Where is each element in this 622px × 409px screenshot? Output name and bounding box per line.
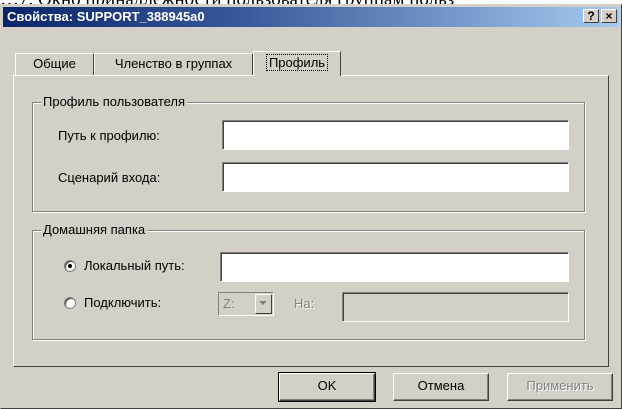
help-button[interactable]: ? [583,9,599,23]
connect-path-input[interactable] [342,292,569,322]
home-group-title: Домашняя папка [41,222,148,237]
drive-letter-select[interactable]: Z: [218,292,274,316]
close-button[interactable]: × [601,9,617,23]
ok-button[interactable]: OK [278,372,376,402]
apply-button[interactable]: Применить [507,373,613,401]
local-path-input[interactable] [220,252,569,282]
tab-profile[interactable]: Профиль [253,51,341,76]
properties-dialog: Свойства: SUPPORT_388945a0 ? × Общие Чле… [0,4,622,409]
logon-script-label: Сценарий входа: [58,170,161,185]
logon-script-input[interactable] [222,162,569,192]
local-path-label: Локальный путь: [84,258,185,273]
tab-profile-label: Профиль [265,54,329,71]
tab-group-membership[interactable]: Членство в группах [94,53,253,75]
profile-path-label: Путь к профилю: [58,128,160,143]
window-title: Свойства: SUPPORT_388945a0 [7,9,205,24]
profile-group-title: Профиль пользователя [41,94,188,109]
profile-groupbox: Профиль пользователя [32,94,585,212]
local-path-radio[interactable] [64,260,76,272]
radio-selected-dot [68,264,72,268]
tab-general[interactable]: Общие [15,53,94,75]
home-folder-groupbox: Домашняя папка [32,222,585,340]
chevron-down-icon[interactable] [255,294,272,314]
drive-letter-value: Z: [223,296,235,311]
connect-label: Подключить: [84,295,162,310]
cancel-button[interactable]: Отмена [393,373,489,401]
connect-radio[interactable] [64,297,76,309]
profile-tab-panel: Профиль пользователя Путь к профилю: Сце… [13,75,609,367]
to-label: На: [294,296,315,311]
profile-path-input[interactable] [222,120,569,150]
title-bar[interactable]: Свойства: SUPPORT_388945a0 ? × [3,7,619,27]
